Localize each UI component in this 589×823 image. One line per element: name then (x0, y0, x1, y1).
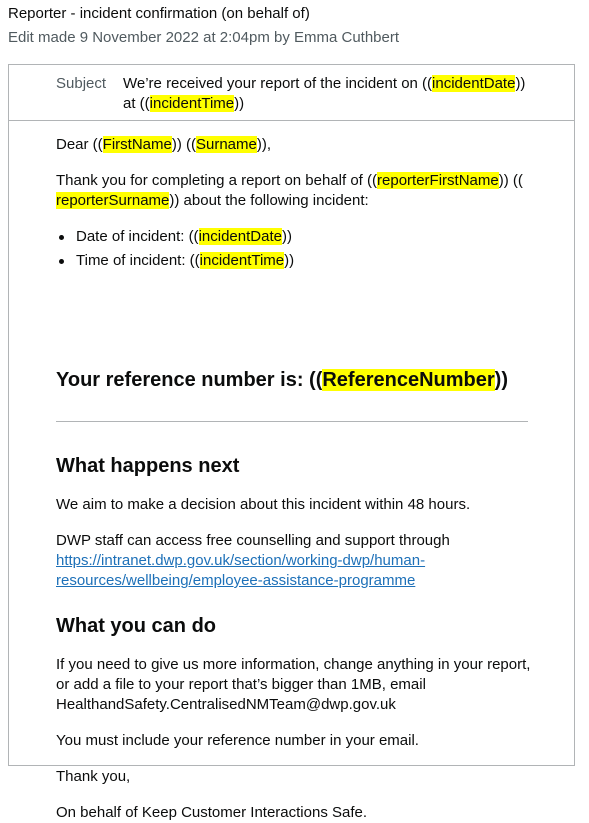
placeholder-reporter-first-name: reporterFirstName (377, 172, 499, 189)
subject-text: )) (515, 75, 526, 92)
placeholder-reference-number: ReferenceNumber (322, 369, 495, 391)
subject-value: We’re received your report of the incide… (123, 74, 543, 114)
greeting-text: Dear (( (56, 136, 103, 153)
list-item: Time of incident: ((incidentTime)) (56, 251, 294, 271)
divider (56, 421, 528, 422)
reference-reminder: You must include your reference number i… (56, 732, 419, 749)
sign-off: Thank you, (56, 768, 131, 785)
subject-text: at (( (123, 95, 150, 112)
placeholder-first-name: FirstName (102, 136, 172, 153)
list-item-text: )) (281, 228, 292, 245)
what-happens-next-heading: What happens next (56, 455, 240, 477)
placeholder-incident-date: incidentDate (432, 75, 516, 92)
list-item-text: Date of incident: (( (76, 228, 199, 245)
thanks-paragraph: Thank you for completing a report on beh… (56, 171, 531, 211)
placeholder-incident-date: incidentDate (198, 228, 282, 245)
list-item-text: Time of incident: (( (76, 252, 200, 269)
list-item-text: )) (284, 252, 295, 269)
subject-label: Subject (56, 75, 107, 92)
subject-text: )) (234, 95, 245, 112)
greeting-text: )), (256, 136, 272, 153)
placeholder-surname: Surname (196, 136, 257, 153)
thanks-text: )) about the following incident: (169, 192, 369, 209)
thanks-text: )) (( (498, 172, 523, 189)
decision-paragraph: We aim to make a decision about this inc… (56, 496, 471, 513)
more-info-paragraph: If you need to give us more information,… (56, 656, 531, 713)
employee-assistance-link[interactable]: https://intranet.dwp.gov.uk/section/work… (56, 552, 425, 589)
greeting: Dear ((FirstName)) ((Surname)), (56, 135, 271, 155)
list-item: Date of incident: ((incidentDate)) (56, 227, 294, 247)
subject-text: We’re received your report of the incide… (123, 75, 433, 92)
incident-details-list: Date of incident: ((incidentDate)) Time … (56, 227, 294, 275)
placeholder-incident-time: incidentTime (149, 95, 235, 112)
support-text: DWP staff can access free counselling an… (56, 532, 450, 549)
placeholder-incident-time: incidentTime (199, 252, 285, 269)
edit-info: Edit made 9 November 2022 at 2:04pm by E… (8, 29, 400, 46)
reference-number-heading: Your reference number is: ((ReferenceNum… (56, 367, 508, 393)
email-preview: Subject We’re received your report of th… (8, 64, 575, 821)
template-title: Reporter - incident confirmation (on beh… (8, 5, 310, 22)
reference-text: )) (494, 369, 508, 391)
signature: On behalf of Keep Customer Interactions … (56, 804, 368, 821)
placeholder-reporter-surname: reporterSurname (56, 192, 170, 209)
thanks-text: Thank you for completing a report on beh… (56, 172, 378, 189)
template-header: Reporter - incident confirmation (on beh… (8, 4, 583, 48)
what-you-can-do-heading: What you can do (56, 615, 216, 637)
greeting-text: )) (( (171, 136, 196, 153)
support-paragraph: DWP staff can access free counselling an… (56, 531, 531, 591)
reference-text: Your reference number is: (( (56, 369, 323, 391)
subject-row: Subject We’re received your report of th… (9, 65, 574, 121)
